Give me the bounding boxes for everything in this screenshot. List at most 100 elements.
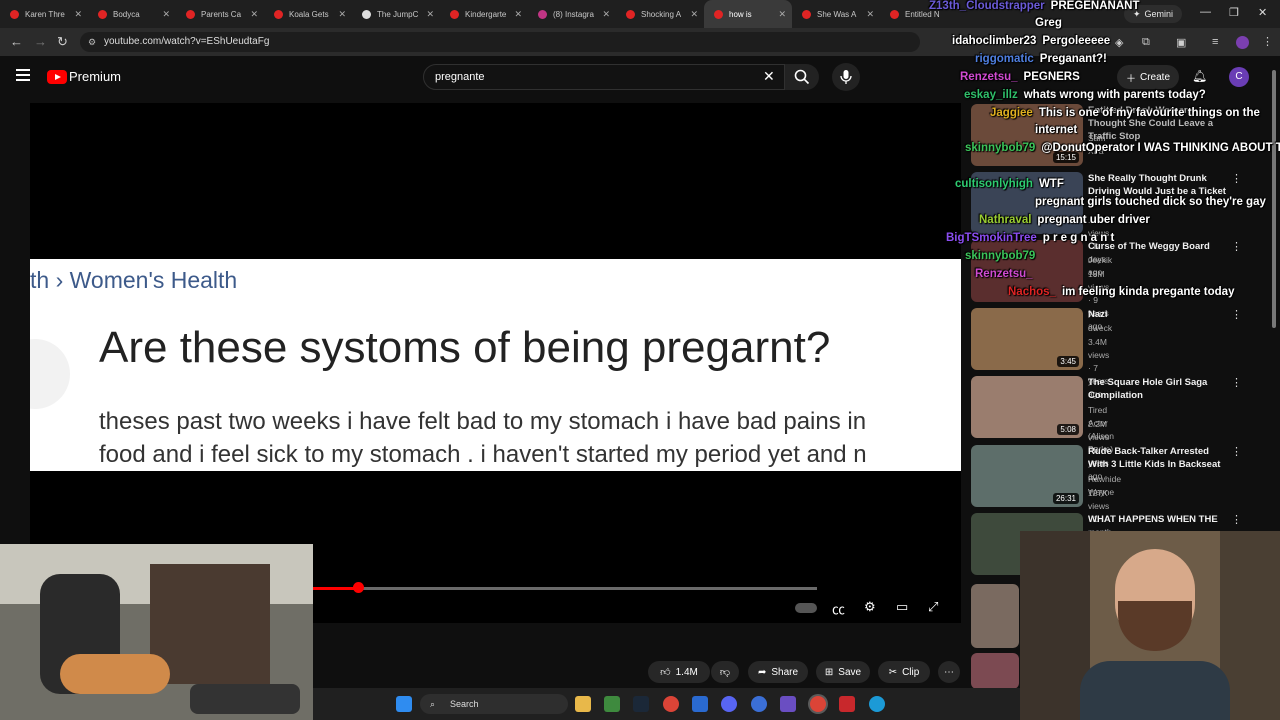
cast-icon[interactable]: ⧉ [1142,36,1150,49]
search-input[interactable]: pregnante [423,64,785,90]
gear-icon[interactable]: ⚙ [864,599,876,615]
hamburger-icon[interactable] [16,69,30,81]
clip-label: Clip [902,666,920,678]
progress-bar[interactable] [313,582,817,593]
browser-tab[interactable]: She Was A ✕ [792,0,880,28]
video-thumbnail[interactable] [971,653,1019,689]
site-favicon-icon [362,9,371,19]
browser-tab[interactable]: The JumpC ✕ [352,0,440,28]
save-button[interactable]: ⊞ Save [816,661,870,683]
search-button[interactable] [785,64,819,90]
more-options-icon[interactable]: ⋮ [1231,513,1242,526]
back-icon[interactable]: ← [10,34,23,49]
kebab-menu-icon[interactable]: ⋮ [1262,35,1273,48]
scrubber-handle[interactable] [353,582,365,593]
windows-start-icon[interactable] [396,696,412,712]
close-tab-icon[interactable]: ✕ [866,9,874,20]
app-icon[interactable] [604,696,620,712]
theater-mode-icon[interactable]: ▭ [896,599,908,615]
more-options-icon[interactable]: ⋮ [1231,445,1242,458]
captions-icon[interactable]: ㏄ [832,599,845,618]
channel-name[interactable]: dweck [1088,322,1112,335]
close-tab-icon[interactable]: ✕ [426,9,434,20]
chat-message: Z13th_Cloudstrapper PREGENANANT [929,0,1139,12]
taskbar-search[interactable]: ⌕ Search [420,694,568,714]
more-options-icon[interactable]: ⋮ [1231,240,1242,253]
browser-tab-active[interactable]: how is ✕ [704,0,792,28]
chat-username: Z13th_Cloudstrapper [929,0,1045,12]
video-thumbnail[interactable]: 3:45 [971,308,1083,370]
more-actions-button[interactable]: ⋯ [938,661,960,683]
downloads-icon[interactable]: ≡ [1212,36,1218,48]
browser-tab[interactable]: Kindergarte ✕ [440,0,528,28]
app-icon[interactable] [751,696,767,712]
share-button[interactable]: ➦ Share [748,661,808,683]
clear-search-icon[interactable]: ✕ [763,68,775,85]
video-thumbnail[interactable] [971,584,1019,648]
file-explorer-icon[interactable] [575,696,591,712]
steam-icon[interactable] [633,696,649,712]
browser-tab[interactable]: Parents Ca ✕ [176,0,264,28]
channel-name[interactable]: Jeekik [1088,254,1112,267]
chat-text: pregnant uber driver [1037,214,1150,226]
extension-icon[interactable]: ◈ [1115,36,1123,49]
close-tab-icon[interactable]: ✕ [778,9,786,20]
app-icon[interactable] [869,696,885,712]
minimize-icon[interactable]: — [1200,6,1211,18]
chrome-icon-active[interactable] [810,696,826,712]
browser-tab[interactable]: Bodyca ✕ [88,0,176,28]
close-tab-icon[interactable]: ✕ [514,9,522,20]
share-icon: ➦ [757,666,767,678]
voice-search-button[interactable] [832,63,860,91]
close-tab-icon[interactable]: ✕ [602,9,610,20]
close-tab-icon[interactable]: ✕ [690,9,698,20]
browser-tab[interactable]: Shocking A ✕ [616,0,704,28]
close-tab-icon[interactable]: ✕ [250,9,258,20]
app-icon[interactable] [780,696,796,712]
bell-icon[interactable]: 🔔︎ [1192,69,1207,83]
tab-label: Shocking A [641,9,682,19]
forward-icon[interactable]: → [34,34,47,49]
fullscreen-icon[interactable]: ⤢ [928,599,938,615]
duration-badge: 5:08 [1057,424,1079,435]
youtube-favicon-icon [186,9,195,19]
autoplay-toggle[interactable] [795,603,817,613]
more-options-icon[interactable]: ⋮ [1231,172,1242,185]
avatar[interactable]: C [1229,67,1249,87]
video-thumbnail[interactable]: 5:08 [971,376,1083,438]
video-title[interactable]: WHAT HAPPENS WHEN THE [1088,513,1228,526]
dislike-button[interactable]: 👎︎ [711,661,739,683]
sidebar-icon[interactable]: ▣ [1176,36,1186,49]
url-field[interactable]: ⚙ youtube.com/watch?v=ESh​UeudtaFg [80,32,920,52]
browser-tab[interactable]: Karen Thre ✕ [0,0,88,28]
video-frame-forum-post: th › Women's Health Are these systoms of… [30,259,961,471]
close-tab-icon[interactable]: ✕ [162,9,170,20]
close-tab-icon[interactable]: ✕ [74,9,82,20]
reload-icon[interactable]: ↻ [57,34,68,50]
clip-button[interactable]: ✂ Clip [878,661,930,683]
plus-icon: ＋ [1125,73,1136,85]
browser-tab[interactable]: (8) Instagra ✕ [528,0,616,28]
app-icon[interactable] [692,696,708,712]
site-info-icon[interactable]: ⚙ [88,32,96,52]
more-options-icon[interactable]: ⋮ [1231,308,1242,321]
close-tab-icon[interactable]: ✕ [338,9,346,20]
chrome-icon[interactable] [663,696,679,712]
discord-icon[interactable] [721,696,737,712]
app-icon[interactable] [839,696,855,712]
youtube-logo-icon[interactable] [47,70,67,84]
video-title[interactable]: Nazi [1088,308,1228,321]
video-title[interactable]: She Really Thought Drunk Driving Would J… [1088,172,1228,198]
create-button[interactable]: ＋ Create [1117,65,1179,89]
profile-icon[interactable] [1236,36,1249,49]
browser-tab[interactable]: Koala Gets ✕ [264,0,352,28]
video-thumbnail[interactable]: 26:31 [971,445,1083,507]
more-options-icon[interactable]: ⋮ [1231,376,1242,389]
maximize-icon[interactable]: ❐ [1229,6,1239,19]
chat-message: Renzetsu_ [975,268,1039,280]
premium-label[interactable]: Premium [69,69,121,84]
like-button[interactable]: 👍︎ 1.4M [648,661,710,683]
scrollbar[interactable] [1272,70,1276,328]
close-window-icon[interactable]: ✕ [1258,6,1267,19]
video-title[interactable]: The Square Hole Girl Saga Compilation [1088,376,1228,402]
